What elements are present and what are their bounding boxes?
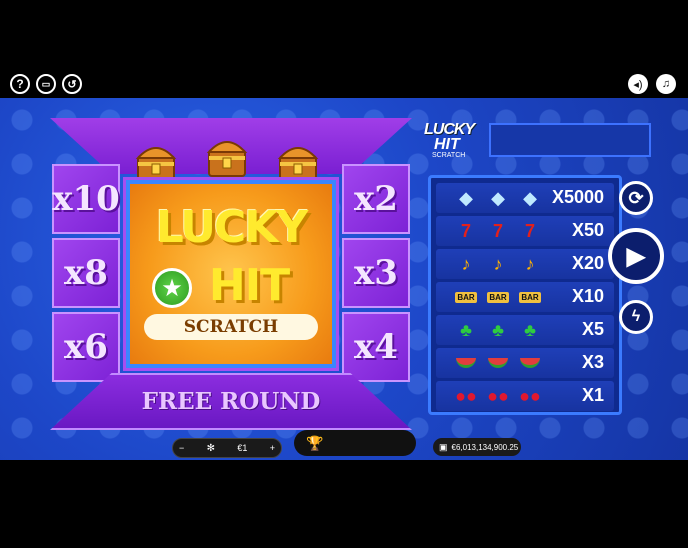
multiplier-tile-right-1[interactable]: x2	[342, 164, 410, 234]
paytable-row-bell: ♪ ♪ ♪ X20	[436, 249, 614, 279]
seven-icon: 7	[460, 220, 471, 241]
multiplier-tile-left-3[interactable]: x6	[52, 312, 120, 382]
paytable-row-clover: ♣ ♣ ♣ X5	[436, 315, 614, 345]
paytable-row-bar: BAR BAR BAR X10	[436, 282, 614, 312]
refresh-icon: ⟳	[628, 187, 644, 208]
seven-icon: 7	[492, 220, 503, 241]
bar-icon: BAR	[487, 291, 509, 303]
logo-lucky-text: LUCKY	[155, 202, 308, 253]
bottom-bar	[0, 460, 688, 548]
scratch-area[interactable]: LUCKY ★ HIT SCRATCH	[126, 180, 336, 368]
lightning-icon: ϟ	[631, 308, 641, 325]
free-round-label: FREE ROUND	[141, 388, 321, 415]
paytable-row-seven: 7 7 7 X50	[436, 216, 614, 246]
paytable-row-cherry: ●● ●● ●● X1	[436, 381, 614, 411]
multiplier-tile-right-2[interactable]: x3	[342, 238, 410, 308]
bet-selector: − ✻ €1 +	[172, 438, 282, 458]
music-note-icon[interactable]: ♫	[656, 74, 676, 94]
bell-icon: ♪	[493, 253, 503, 274]
watermelon-icon	[450, 358, 482, 368]
bell-icon: ♪	[525, 253, 535, 274]
chip-icon: ✻	[206, 442, 215, 454]
clover-icon: ♣	[492, 319, 504, 340]
scratch-label: SCRATCH	[144, 314, 318, 340]
bar-icon: BAR	[455, 291, 477, 303]
play-icon: ▶	[626, 242, 646, 270]
speaker-icon[interactable]: ◂)	[628, 74, 648, 94]
paytable-row-diamond: ◆ ◆ ◆ X5000	[436, 183, 614, 213]
treasure-chest-icon	[206, 141, 248, 177]
bet-plus-button[interactable]: +	[270, 443, 275, 453]
trophy-button[interactable]: 🏆	[294, 430, 416, 456]
clover-icon: ♣	[524, 319, 536, 340]
seven-icon: 7	[524, 220, 535, 241]
watermelon-icon	[514, 358, 546, 368]
wallet-icon: ▣	[439, 441, 448, 452]
trophy-icon: 🏆	[306, 434, 324, 451]
top-bar: ? ▭ ↺ ◂) ♫	[0, 72, 688, 98]
treasure-chest-icon	[135, 147, 177, 183]
clover-icon: ♣	[460, 319, 472, 340]
game-window: ? ▭ ↺ ◂) ♫ x10 x8 x6 x2 x3 x4 LUCKY ★ HI…	[0, 0, 688, 548]
autoplay-button[interactable]: ⟳	[619, 181, 653, 215]
small-logo: LUCKY HIT SCRATCH	[424, 121, 475, 160]
multiplier-tile-left-2[interactable]: x8	[52, 238, 120, 308]
balance-display: ▣ €6,013,134,900.25	[433, 438, 521, 456]
diamond-icon: ◆	[459, 187, 473, 208]
diamond-icon: ◆	[491, 187, 505, 208]
multiplier-tile-left-1[interactable]: x10	[52, 164, 120, 234]
cherry-icon: ●●	[487, 385, 509, 406]
cherry-icon: ●●	[519, 385, 541, 406]
paytable: ◆ ◆ ◆ X5000 7 7 7 X50 ♪ ♪ ♪ X20 BAR BAR …	[428, 175, 622, 415]
history-icon[interactable]: ↺	[62, 74, 82, 94]
play-button[interactable]: ▶	[608, 228, 664, 284]
bet-minus-button[interactable]: −	[179, 443, 184, 453]
cherry-icon: ●●	[455, 385, 477, 406]
paytable-row-watermelon: X3	[436, 348, 614, 378]
watermelon-icon	[482, 358, 514, 368]
turbo-button[interactable]: ϟ	[619, 300, 653, 334]
bet-value: €1	[237, 443, 248, 453]
diamond-icon: ◆	[523, 187, 537, 208]
logo-hit-text: HIT	[208, 260, 290, 311]
help-icon[interactable]: ?	[10, 74, 30, 94]
multiplier-tile-right-3[interactable]: x4	[342, 312, 410, 382]
treasure-chest-icon	[277, 147, 319, 183]
book-icon[interactable]: ▭	[36, 74, 56, 94]
bar-icon: BAR	[519, 291, 541, 303]
scratch-board: x10 x8 x6 x2 x3 x4 LUCKY ★ HIT SCRATCH F…	[50, 118, 412, 430]
win-display	[489, 123, 651, 157]
bell-icon: ♪	[461, 253, 471, 274]
balance-value: €6,013,134,900.25	[451, 442, 519, 452]
